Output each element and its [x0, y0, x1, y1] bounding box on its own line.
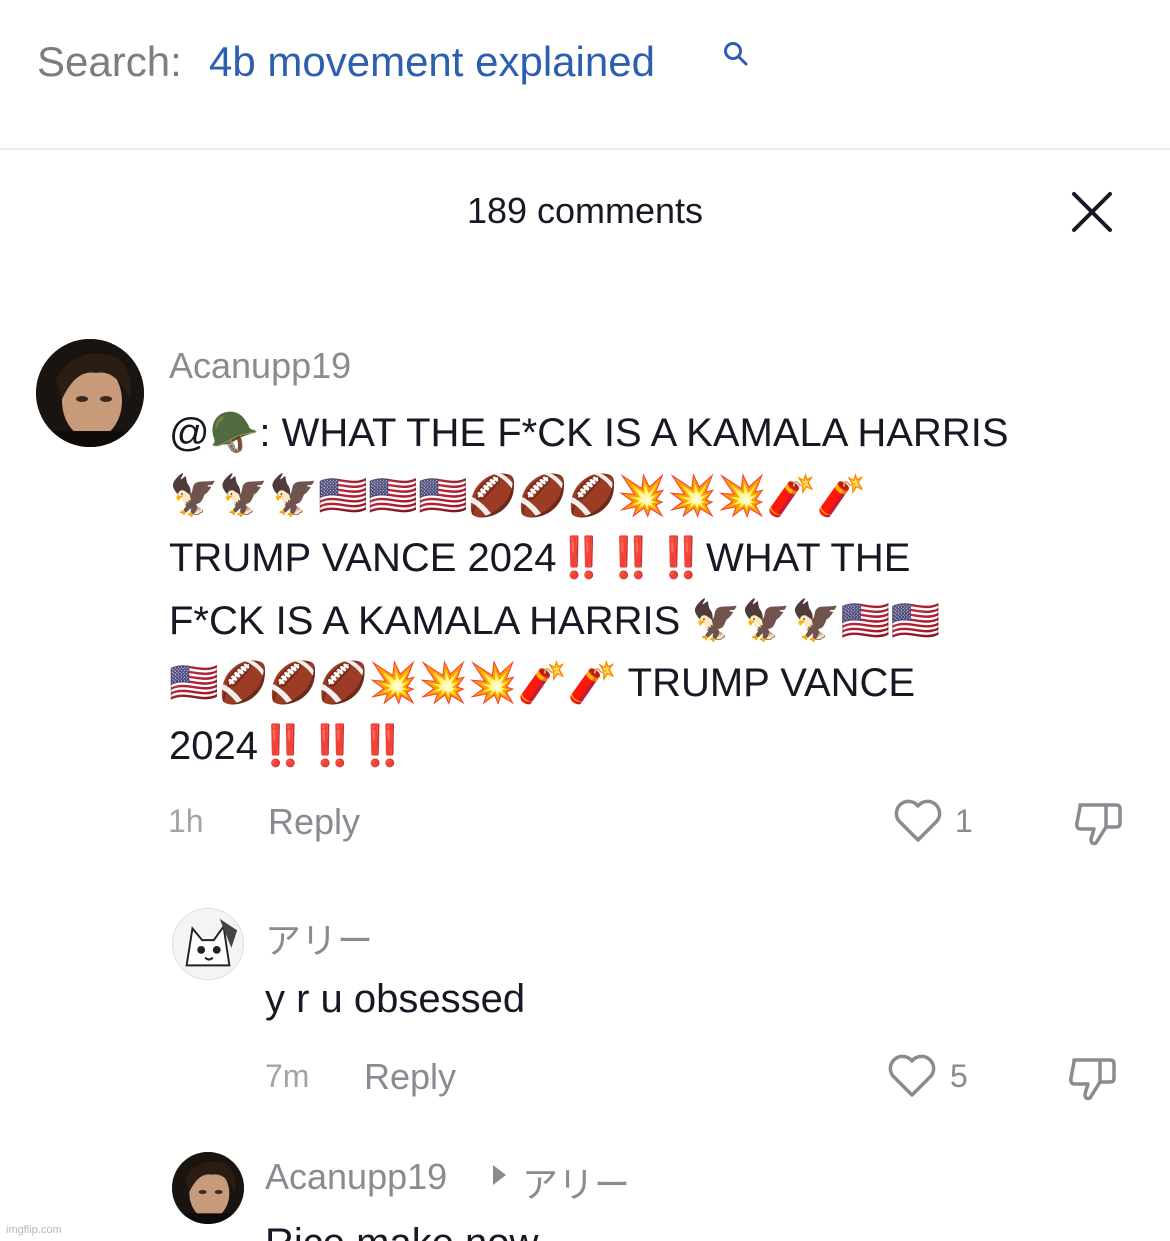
comment-username[interactable]: Acanupp19 — [265, 1156, 447, 1198]
comment-timestamp: 7m — [265, 1058, 310, 1094]
comment-text-line: @🪖: WHAT THE F*CK IS A KAMALA HARRIS — [169, 411, 1009, 455]
reply-to-username[interactable]: アリー — [522, 1156, 630, 1208]
avatar[interactable] — [172, 908, 244, 980]
close-icon[interactable] — [1068, 188, 1116, 236]
comment-text: y r u obsessed — [265, 977, 526, 1021]
heart-icon[interactable] — [892, 798, 944, 844]
watermark: imgflip.com — [6, 1224, 62, 1236]
search-icon[interactable] — [721, 40, 751, 70]
like-count: 1 — [955, 803, 973, 839]
comments-count-title: 189 comments — [466, 190, 704, 231]
comment-text: Rice make now — [265, 1212, 538, 1241]
search-bar[interactable]: Search: 4b movement explained — [0, 0, 1170, 150]
like-count: 5 — [950, 1058, 968, 1094]
comment-text-line: 2024‼️‼️‼️ — [169, 723, 408, 768]
reply-button[interactable]: Reply — [364, 1056, 456, 1098]
reply-button[interactable]: Reply — [268, 801, 360, 843]
thumbs-down-icon[interactable] — [1066, 1052, 1118, 1104]
avatar[interactable] — [36, 339, 144, 447]
comment-username[interactable]: Acanupp19 — [169, 345, 351, 387]
heart-icon[interactable] — [886, 1053, 938, 1099]
comment-username[interactable]: アリー — [265, 912, 373, 964]
comment-text: @🪖: WHAT THE F*CK IS A KAMALA HARRIS 🦅🦅🦅… — [169, 402, 1009, 777]
comment-timestamp: 1h — [168, 803, 204, 839]
search-query-link[interactable]: 4b movement explained — [209, 38, 655, 86]
avatar[interactable] — [172, 1152, 244, 1224]
comment-text-line: 🦅🦅🦅🇺🇸🇺🇸🇺🇸🏈🏈🏈💥💥💥🧨🧨 — [169, 472, 867, 519]
reply-arrow-icon — [493, 1165, 506, 1185]
comment-text-line: 🇺🇸🏈🏈🏈💥💥💥🧨🧨 TRUMP VANCE — [169, 661, 916, 705]
search-label: Search: — [37, 38, 182, 85]
comment-text-line: TRUMP VANCE 2024‼️‼️‼️WHAT THE — [169, 536, 911, 580]
thumbs-down-icon[interactable] — [1072, 797, 1124, 849]
comment-text-line: F*CK IS A KAMALA HARRIS 🦅🦅🦅🇺🇸🇺🇸 — [169, 598, 941, 643]
